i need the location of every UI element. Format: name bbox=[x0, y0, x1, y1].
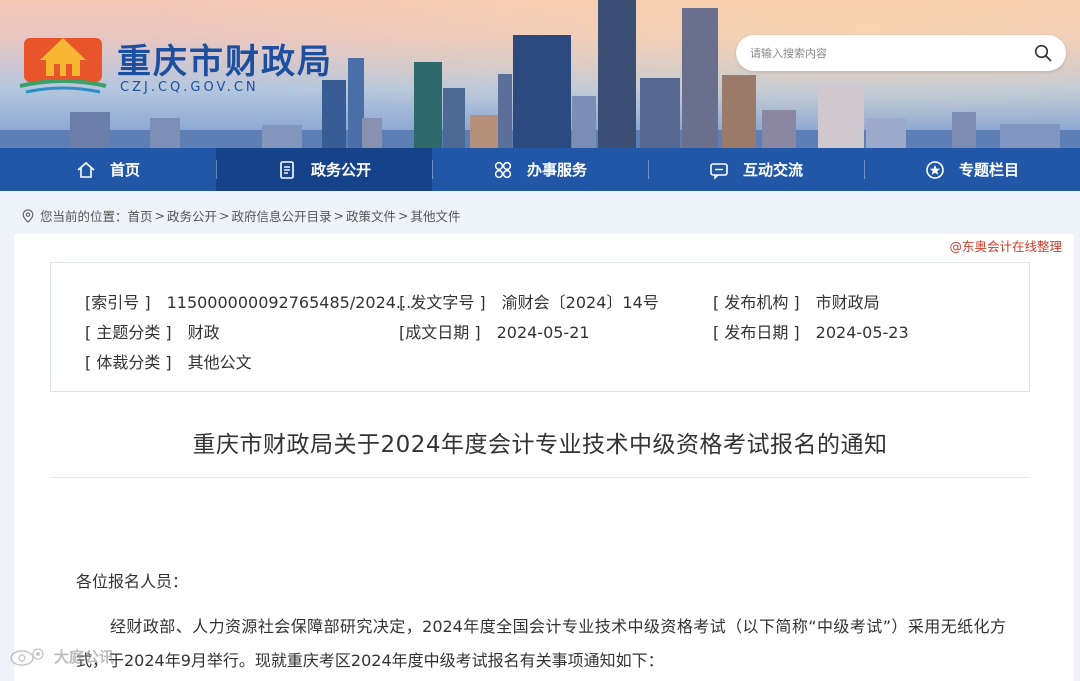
meta-value: 115000000092765485/2024... bbox=[166, 293, 412, 312]
site-logo-icon bbox=[19, 38, 107, 94]
meta-value: 渝财会〔2024〕14号 bbox=[501, 293, 659, 312]
breadcrumb-link[interactable]: 政府信息公开目录 bbox=[232, 206, 332, 225]
title-divider bbox=[50, 477, 1030, 478]
meta-label: [索引号 ] bbox=[85, 293, 151, 312]
meta-written-date: [成文日期 ] 2024-05-21 bbox=[399, 319, 590, 343]
star-icon bbox=[926, 160, 944, 179]
nav-item-interaction[interactable]: 互动交流 bbox=[648, 148, 864, 191]
breadcrumb-separator: > bbox=[219, 208, 230, 223]
grid-icon bbox=[494, 161, 512, 178]
nav-label: 互动交流 bbox=[742, 161, 803, 179]
breadcrumb-link[interactable]: 其他文件 bbox=[411, 206, 461, 225]
site-url: CZJ.CQ.GOV.CN bbox=[120, 80, 259, 95]
meta-label: [ 发布日期 ] bbox=[713, 323, 800, 342]
meta-label: [ 体裁分类 ] bbox=[85, 353, 172, 372]
meta-value: 财政 bbox=[187, 323, 220, 342]
meta-doc-no: [ 发文字号 ] 渝财会〔2024〕14号 bbox=[399, 289, 659, 313]
search-icon[interactable] bbox=[1034, 44, 1052, 62]
site-title: 重庆市财政局 bbox=[117, 42, 333, 82]
nav-label: 专题栏目 bbox=[958, 161, 1019, 179]
meta-index-no: [索引号 ] 115000000092765485/2024... bbox=[85, 289, 411, 313]
bottom-watermark-text: 大庭公讯 bbox=[54, 647, 115, 666]
search-input[interactable] bbox=[750, 41, 1020, 65]
bottom-watermark: 大庭公讯 bbox=[8, 645, 114, 667]
nav-label: 办事服务 bbox=[526, 161, 587, 179]
nav-item-services[interactable]: 办事服务 bbox=[432, 148, 648, 191]
breadcrumb-prefix: 您当前的位置： bbox=[40, 209, 128, 224]
document-paragraph: 经财政部、人力资源社会保障部研究决定，2024年度全国会计专业技术中级资格考试（… bbox=[76, 617, 1006, 670]
nav-item-home[interactable]: 首页 bbox=[0, 148, 216, 191]
meta-publish-date: [ 发布日期 ] 2024-05-23 bbox=[713, 319, 909, 343]
breadcrumb-link[interactable]: 政务公开 bbox=[167, 206, 217, 225]
meta-issuer: [ 发布机构 ] 市财政局 bbox=[713, 289, 880, 313]
meta-value: 市财政局 bbox=[815, 293, 880, 312]
breadcrumb-link[interactable]: 首页 bbox=[128, 206, 153, 225]
meta-label: [成文日期 ] bbox=[399, 323, 481, 342]
nav-label: 首页 bbox=[109, 161, 140, 179]
location-pin-icon bbox=[22, 208, 34, 223]
meta-label: [ 发文字号 ] bbox=[399, 293, 486, 312]
meta-value: 其他公文 bbox=[187, 353, 252, 372]
document-title: 重庆市财政局关于2024年度会计专业技术中级资格考试报名的通知 bbox=[192, 432, 888, 458]
main-nav: 首页 政务公开 办事服务 互动交流 专题栏目 bbox=[0, 148, 1080, 191]
breadcrumb-separator: > bbox=[398, 208, 409, 223]
breadcrumb-separator: > bbox=[333, 208, 345, 223]
document-meta-box: [索引号 ] 115000000092765485/2024... [ 发文字号 … bbox=[50, 262, 1030, 392]
search-box bbox=[736, 35, 1066, 71]
watermark-text: @东奥会计在线整理 bbox=[949, 239, 1062, 254]
document-icon bbox=[280, 160, 294, 179]
home-icon bbox=[77, 161, 95, 178]
header-banner: 重庆市财政局 CZJ.CQ.GOV.CN bbox=[0, 0, 1080, 148]
meta-label: [ 主题分类 ] bbox=[85, 323, 172, 342]
nav-item-gov-affairs[interactable]: 政务公开 bbox=[216, 148, 432, 191]
document-salutation: 各位报名人员： bbox=[76, 572, 189, 591]
meta-genre: [ 体裁分类 ] 其他公文 bbox=[85, 349, 252, 373]
meta-label: [ 发布机构 ] bbox=[713, 293, 800, 312]
breadcrumb-separator: > bbox=[154, 208, 166, 223]
breadcrumb: 您当前的位置： 首页 > 政务公开 > 政府信息公开目录 > 政策文件 > 其他… bbox=[22, 206, 461, 225]
chat-icon bbox=[710, 162, 728, 180]
weibo-logo-icon bbox=[10, 648, 44, 666]
meta-value: 2024-05-23 bbox=[815, 323, 909, 342]
nav-item-topics[interactable]: 专题栏目 bbox=[864, 148, 1080, 191]
meta-value: 2024-05-21 bbox=[496, 323, 590, 342]
meta-topic: [ 主题分类 ] 财政 bbox=[85, 319, 220, 343]
nav-label: 政务公开 bbox=[310, 161, 371, 179]
breadcrumb-link[interactable]: 政策文件 bbox=[346, 206, 396, 225]
